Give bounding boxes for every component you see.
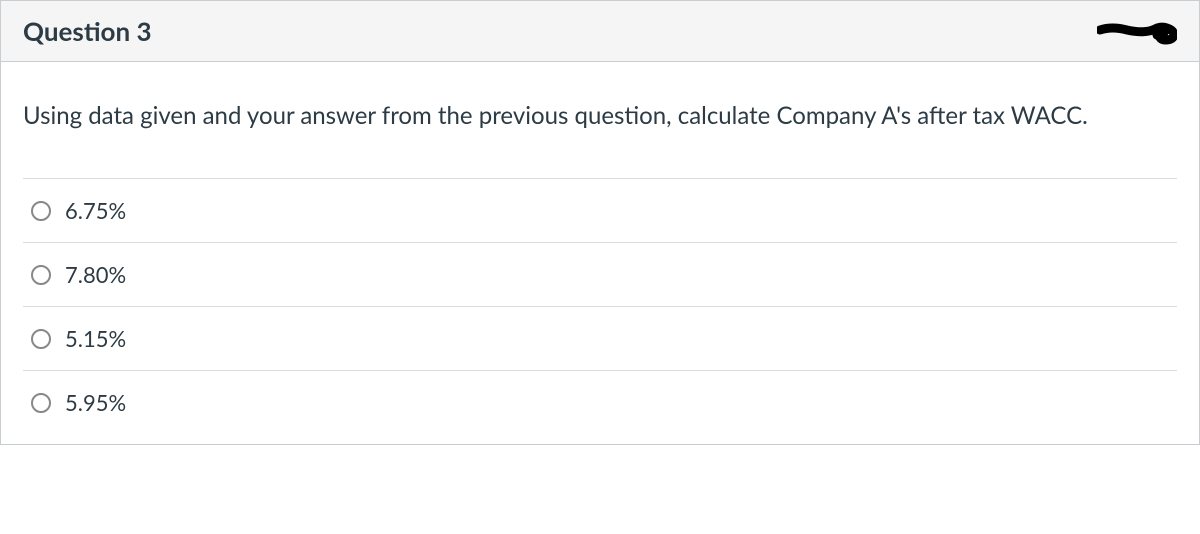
answer-option[interactable]: 5.95%: [23, 370, 1177, 434]
redaction-mark: [1097, 16, 1177, 46]
question-header: Question 3: [1, 1, 1199, 62]
answer-label: 6.75%: [65, 197, 126, 224]
radio-icon[interactable]: [31, 393, 51, 413]
question-body: Using data given and your answer from th…: [1, 62, 1199, 444]
radio-icon[interactable]: [31, 329, 51, 349]
radio-icon[interactable]: [31, 265, 51, 285]
answer-label: 5.95%: [65, 389, 126, 416]
question-text: Using data given and your answer from th…: [23, 98, 1177, 134]
answer-options: 6.75% 7.80% 5.15% 5.95%: [23, 178, 1177, 434]
radio-icon[interactable]: [31, 201, 51, 221]
question-container: Question 3 Using data given and your ans…: [0, 0, 1200, 445]
answer-label: 5.15%: [65, 325, 126, 352]
answer-option[interactable]: 5.15%: [23, 306, 1177, 370]
question-title: Question 3: [23, 15, 152, 47]
answer-label: 7.80%: [65, 261, 126, 288]
answer-option[interactable]: 7.80%: [23, 242, 1177, 306]
answer-option[interactable]: 6.75%: [23, 178, 1177, 242]
